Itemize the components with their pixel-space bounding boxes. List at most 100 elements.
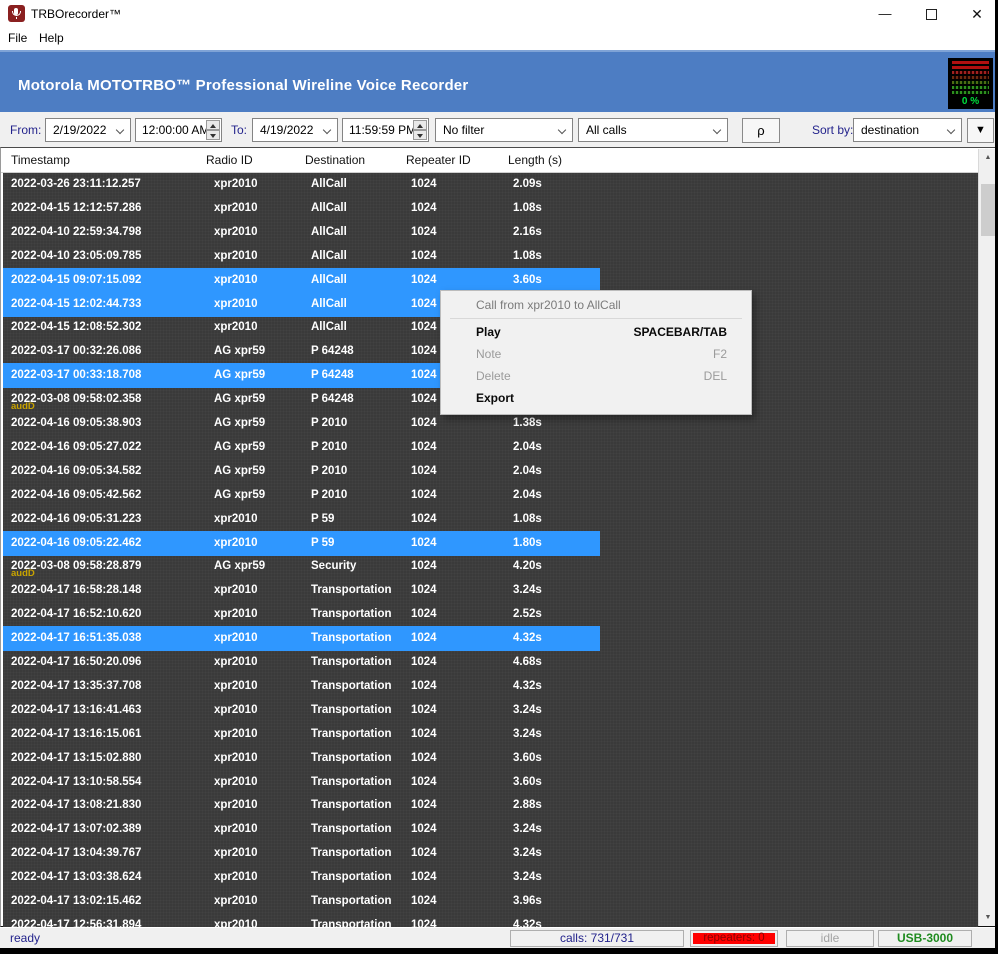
column-header-radio-id[interactable]: Radio ID [206, 148, 253, 172]
cell-destination: P 59 [311, 536, 334, 550]
table-row[interactable]: 2022-04-16 09:05:34.582AG xpr59P 2010102… [3, 460, 978, 484]
cell-destination: Transportation [311, 798, 392, 812]
table-row[interactable]: 2022-04-17 13:15:02.880xpr2010Transporta… [3, 747, 978, 771]
cell-length: 4.68s [513, 655, 542, 669]
cell-length: 3.24s [513, 727, 542, 741]
table-row[interactable]: 2022-04-17 13:10:58.554xpr2010Transporta… [3, 771, 978, 795]
cell-repeater-id: 1024 [411, 798, 437, 812]
cell-destination: P 59 [311, 512, 334, 526]
cell-length: 2.04s [513, 488, 542, 502]
table-row[interactable]: 2022-03-26 23:11:12.257xpr2010AllCall102… [3, 173, 978, 197]
table-row[interactable]: 2022-04-17 13:02:15.462xpr2010Transporta… [3, 890, 978, 914]
maximize-button[interactable] [926, 9, 937, 20]
cell-destination: P 64248 [311, 344, 354, 358]
triangle-down-icon: ▼ [975, 124, 986, 136]
cell-destination: Transportation [311, 631, 392, 645]
cell-repeater-id: 1024 [411, 918, 437, 927]
column-header-timestamp[interactable]: Timestamp [11, 148, 70, 172]
column-header-repeater-id[interactable]: Repeater ID [406, 148, 471, 172]
sort-by-value: destination [861, 123, 919, 137]
scroll-down-icon[interactable]: ▼ [979, 909, 997, 926]
table-row[interactable]: 2022-04-17 13:07:02.389xpr2010Transporta… [3, 818, 978, 842]
from-label: From: [10, 123, 41, 137]
cell-radio-id: xpr2010 [214, 703, 257, 717]
context-menu-item-export[interactable]: Export [441, 387, 751, 409]
table-row[interactable]: 2022-04-16 09:05:31.223xpr2010P 5910241.… [3, 508, 978, 532]
table-row[interactable]: 2022-04-17 13:16:41.463xpr2010Transporta… [3, 699, 978, 723]
cell-length: 3.60s [513, 751, 542, 765]
meter-percent-label: 0 % [952, 96, 989, 107]
cell-destination: AllCall [311, 320, 347, 334]
cell-repeater-id: 1024 [411, 416, 437, 430]
table-row[interactable]: 2022-04-17 13:16:15.061xpr2010Transporta… [3, 723, 978, 747]
context-menu-separator [450, 318, 742, 319]
cell-length: 4.20s [513, 559, 542, 573]
cell-destination: P 64248 [311, 392, 354, 406]
search-button[interactable]: ρ [742, 118, 780, 143]
cell-radio-id: AG xpr59 [214, 464, 265, 478]
app-banner: Motorola MOTOTRBO™ Professional Wireline… [0, 50, 995, 112]
cell-repeater-id: 1024 [411, 655, 437, 669]
spin-down-button[interactable] [413, 130, 427, 140]
cell-destination: Transportation [311, 655, 392, 669]
menu-bar: File Help [0, 28, 995, 50]
cell-timestamp: 2022-04-17 13:10:58.554 [11, 775, 141, 789]
menu-file[interactable]: File [8, 31, 27, 45]
call-table: Timestamp Radio ID Destination Repeater … [0, 147, 995, 927]
call-type-filter-select[interactable]: All calls [578, 118, 728, 142]
spin-down-button[interactable] [206, 130, 220, 140]
table-row[interactable]: 2022-04-17 13:03:38.624xpr2010Transporta… [3, 866, 978, 890]
vertical-scrollbar[interactable]: ▲ ▼ [978, 149, 996, 926]
cell-length: 3.24s [513, 703, 542, 717]
cell-repeater-id: 1024 [411, 703, 437, 717]
repeaters-alert-badge: repeaters: 0 [693, 933, 775, 944]
cell-radio-id: xpr2010 [214, 655, 257, 669]
filter-panel-button[interactable]: ▼ [967, 118, 994, 143]
cell-repeater-id: 1024 [411, 536, 437, 550]
table-row[interactable]: 2022-04-16 09:05:42.562AG xpr59P 2010102… [3, 484, 978, 508]
cell-repeater-id: 1024 [411, 440, 437, 454]
context-menu-item-play[interactable]: PlaySPACEBAR/TAB [441, 321, 751, 343]
sort-by-select[interactable]: destination [853, 118, 962, 142]
table-row[interactable]: 2022-04-17 16:51:35.038xpr2010Transporta… [3, 627, 978, 651]
table-row[interactable]: 2022-04-17 16:52:10.620xpr2010Transporta… [3, 603, 978, 627]
menu-help[interactable]: Help [39, 31, 64, 45]
to-date-select[interactable]: 4/19/2022 [252, 118, 338, 142]
table-row[interactable]: 2022-04-17 12:56:31.894xpr2010Transporta… [3, 914, 978, 927]
table-row[interactable]: 2022-04-17 13:04:39.767xpr2010Transporta… [3, 842, 978, 866]
cell-timestamp: 2022-04-15 12:08:52.302 [11, 320, 141, 334]
table-row[interactable]: 2022-03-08 09:58:28.879AG xpr59Security1… [3, 555, 978, 579]
to-time-input[interactable]: 11:59:59 PM [342, 118, 429, 142]
table-row[interactable]: 2022-04-17 16:58:28.148xpr2010Transporta… [3, 579, 978, 603]
cell-repeater-id: 1024 [411, 464, 437, 478]
column-header-destination[interactable]: Destination [305, 148, 365, 172]
text-filter-select[interactable]: No filter [435, 118, 573, 142]
table-row[interactable]: 2022-04-10 23:05:09.785xpr2010AllCall102… [3, 245, 978, 269]
chevron-down-icon [323, 126, 331, 134]
close-button[interactable]: ✕ [960, 0, 994, 28]
table-row[interactable]: 2022-04-17 13:35:37.708xpr2010Transporta… [3, 675, 978, 699]
table-row[interactable]: 2022-04-17 16:50:20.096xpr2010Transporta… [3, 651, 978, 675]
table-row[interactable]: 2022-04-16 09:05:27.022AG xpr59P 2010102… [3, 436, 978, 460]
spin-up-button[interactable] [413, 120, 427, 130]
table-row[interactable]: 2022-04-15 12:12:57.286xpr2010AllCall102… [3, 197, 978, 221]
column-header-length[interactable]: Length (s) [508, 148, 562, 172]
cell-repeater-id: 1024 [411, 344, 437, 358]
spin-up-button[interactable] [206, 120, 220, 130]
table-row[interactable]: 2022-04-16 09:05:38.903AG xpr59P 2010102… [3, 412, 978, 436]
from-time-input[interactable]: 12:00:00 AM [135, 118, 222, 142]
table-row[interactable]: 2022-04-10 22:59:34.798xpr2010AllCall102… [3, 221, 978, 245]
menu-item-shortcut: F2 [713, 343, 727, 365]
cell-radio-id: xpr2010 [214, 631, 257, 645]
from-date-select[interactable]: 2/19/2022 [45, 118, 131, 142]
minimize-button[interactable]: — [868, 0, 902, 28]
table-row[interactable]: 2022-04-17 13:08:21.830xpr2010Transporta… [3, 794, 978, 818]
cell-radio-id: xpr2010 [214, 798, 257, 812]
scroll-up-icon[interactable]: ▲ [979, 149, 997, 166]
from-time-spinner [206, 120, 220, 140]
cell-radio-id: xpr2010 [214, 775, 257, 789]
scrollbar-thumb[interactable] [981, 184, 995, 236]
context-menu-item-delete: DeleteDEL [441, 365, 751, 387]
table-row[interactable]: 2022-04-16 09:05:22.462xpr2010P 5910241.… [3, 532, 978, 556]
cell-length: 2.16s [513, 225, 542, 239]
